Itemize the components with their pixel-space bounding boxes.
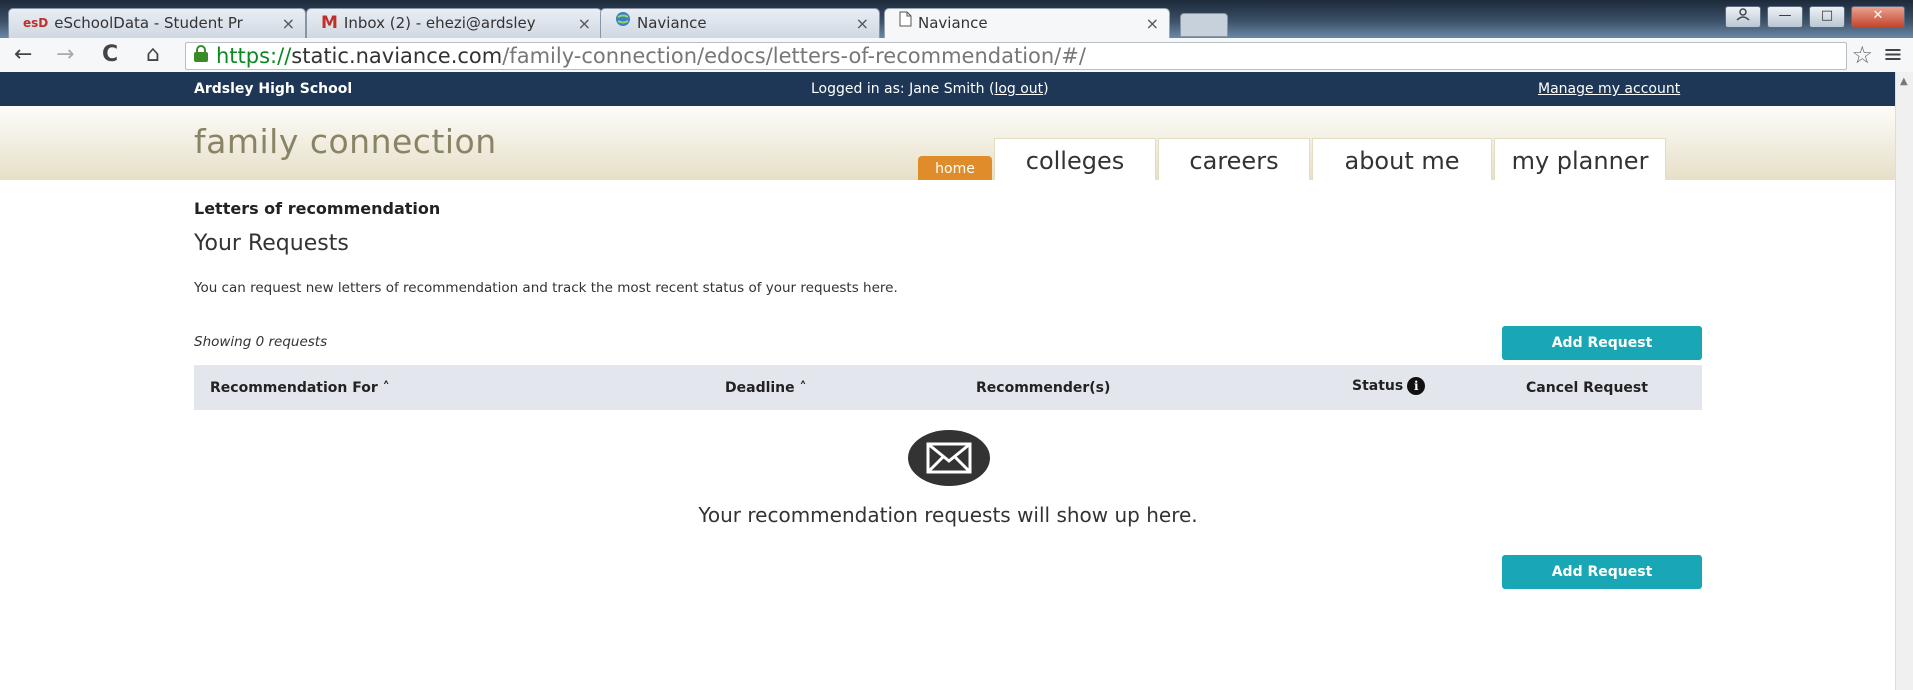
scrollbar[interactable]: ▲ bbox=[1895, 72, 1913, 690]
page-description: You can request new letters of recommend… bbox=[194, 280, 898, 296]
eschooldata-favicon-icon: esD bbox=[23, 16, 49, 30]
info-icon[interactable]: i bbox=[1407, 377, 1426, 395]
logged-in-info: Logged in as: Jane Smith (log out) bbox=[811, 81, 1049, 97]
close-tab-icon[interactable]: × bbox=[1146, 9, 1159, 38]
browser-tab-inbox[interactable]: M Inbox (2) - ehezi@ardsley × bbox=[306, 8, 602, 38]
minimize-button[interactable]: — bbox=[1767, 6, 1803, 28]
add-request-button-top[interactable]: Add Request bbox=[1502, 326, 1702, 360]
close-window-button[interactable]: ✕ bbox=[1851, 6, 1905, 28]
col-deadline-label: Deadline bbox=[725, 380, 795, 396]
tab-label: Naviance bbox=[637, 14, 707, 32]
tab-label: Naviance bbox=[918, 14, 988, 32]
window-controls: — □ ✕ bbox=[1725, 6, 1905, 28]
col-status: Status i bbox=[1352, 377, 1426, 395]
home-icon[interactable]: ⌂ bbox=[146, 42, 160, 68]
tab-home[interactable]: home bbox=[918, 156, 992, 180]
breadcrumb: Letters of recommendation bbox=[194, 199, 441, 218]
requests-table-header: Recommendation For ˄ Deadline ˄ Recommen… bbox=[194, 365, 1702, 410]
forward-arrow-icon[interactable]: → bbox=[56, 42, 74, 68]
logout-link[interactable]: log out bbox=[994, 81, 1043, 97]
tab-my-planner[interactable]: my planner bbox=[1494, 138, 1666, 180]
reload-icon[interactable]: C bbox=[102, 42, 118, 68]
col-cancel-request: Cancel Request bbox=[1526, 380, 1648, 396]
menu-icon[interactable]: ≡ bbox=[1883, 40, 1903, 68]
globe-icon bbox=[615, 9, 631, 38]
close-tab-icon[interactable]: × bbox=[578, 9, 591, 38]
gmail-favicon-icon: M bbox=[321, 13, 338, 33]
close-tab-icon[interactable]: × bbox=[282, 9, 295, 38]
scroll-up-icon[interactable]: ▲ bbox=[1900, 76, 1908, 87]
tab-colleges[interactable]: colleges bbox=[994, 138, 1156, 180]
tab-label: Inbox (2) - ehezi@ardsley bbox=[343, 14, 536, 32]
sort-icon: ˄ bbox=[799, 380, 807, 396]
page-icon bbox=[899, 9, 912, 38]
manage-account-link[interactable]: Manage my account bbox=[1538, 81, 1680, 97]
url-host: static.naviance.com bbox=[291, 44, 503, 68]
url-bar[interactable]: https://static.naviance.com/family-conne… bbox=[185, 42, 1847, 70]
browser-tab-naviance[interactable]: Naviance × bbox=[600, 8, 880, 38]
add-request-button-bottom[interactable]: Add Request bbox=[1502, 555, 1702, 589]
brand-title: family connection bbox=[194, 122, 497, 161]
site-header: family connection home colleges careers … bbox=[0, 106, 1895, 180]
col-deadline[interactable]: Deadline ˄ bbox=[725, 380, 807, 396]
tab-careers[interactable]: careers bbox=[1158, 138, 1310, 180]
logged-in-suffix: ) bbox=[1043, 81, 1049, 97]
school-name: Ardsley High School bbox=[194, 81, 353, 97]
empty-state-message: Your recommendation requests will show u… bbox=[698, 503, 1198, 527]
logged-in-label: Logged in as: Jane Smith ( bbox=[811, 81, 995, 97]
browser-tab-naviance-active[interactable]: Naviance × bbox=[884, 8, 1170, 38]
site-topbar: Ardsley High School Logged in as: Jane S… bbox=[0, 72, 1895, 106]
url-scheme: https:// bbox=[216, 44, 292, 68]
tab-label: eSchoolData - Student Pr bbox=[54, 14, 243, 32]
url-path: /family-connection/edocs/letters-of-reco… bbox=[502, 44, 1086, 68]
address-row: ← → C ⌂ https://static.naviance.com/fami… bbox=[0, 38, 1913, 73]
col-recommenders: Recommender(s) bbox=[976, 380, 1111, 396]
col-status-label: Status bbox=[1352, 378, 1404, 394]
tab-about-me[interactable]: about me bbox=[1312, 138, 1492, 180]
new-tab-button[interactable] bbox=[1180, 13, 1228, 37]
lock-icon bbox=[194, 45, 208, 62]
sort-icon: ˄ bbox=[382, 380, 390, 396]
bookmark-star-icon[interactable]: ☆ bbox=[1851, 41, 1873, 69]
back-arrow-icon[interactable]: ← bbox=[14, 42, 32, 68]
browser-tab-eschooldata[interactable]: esD eSchoolData - Student Pr × bbox=[8, 8, 306, 38]
request-count: Showing 0 requests bbox=[194, 334, 328, 350]
maximize-button[interactable]: □ bbox=[1809, 6, 1845, 28]
page-title: Your Requests bbox=[194, 231, 349, 256]
user-icon[interactable] bbox=[1725, 6, 1761, 28]
col-recommendation-for[interactable]: Recommendation For ˄ bbox=[210, 380, 390, 396]
close-tab-icon[interactable]: × bbox=[856, 9, 869, 38]
envelope-icon bbox=[908, 430, 990, 486]
browser-tabstrip: esD eSchoolData - Student Pr × M Inbox (2)… bbox=[0, 0, 1913, 38]
col-recommendation-for-label: Recommendation For bbox=[210, 380, 378, 396]
